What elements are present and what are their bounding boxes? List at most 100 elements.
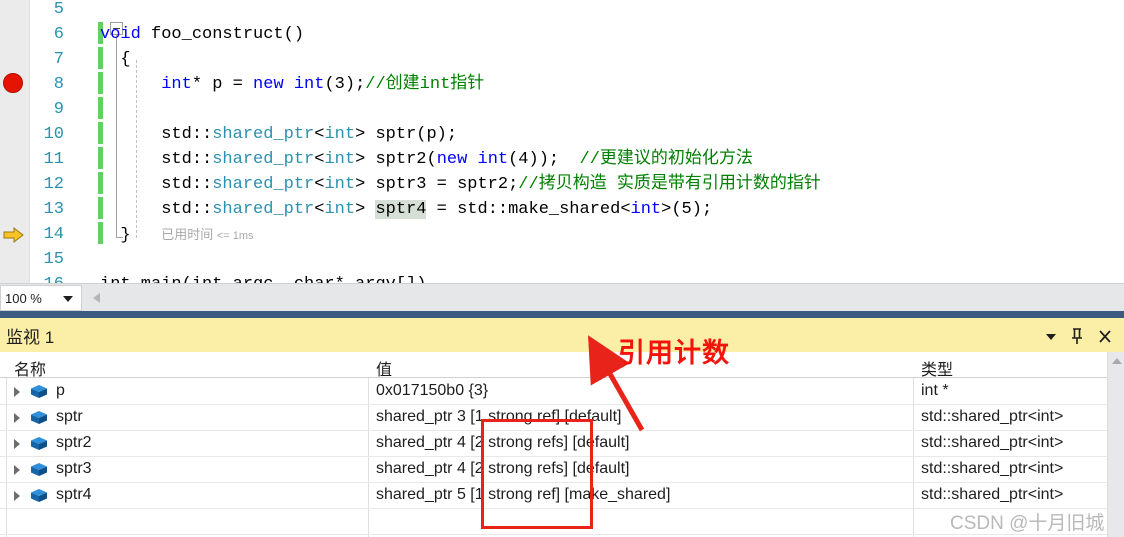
- code-token: //创建int指针: [365, 75, 485, 94]
- code-token: int: [161, 75, 192, 94]
- watch-variable-value[interactable]: shared_ptr 4 [2 strong refs] [default]: [376, 460, 629, 478]
- variable-cube-icon: [30, 462, 48, 478]
- code-token: std::: [100, 175, 213, 194]
- code-token: shared_ptr: [212, 175, 315, 194]
- chevron-down-icon[interactable]: [63, 296, 73, 302]
- watch-variable-name[interactable]: sptr2: [56, 434, 92, 452]
- watch-variable-name[interactable]: sptr3: [56, 460, 92, 478]
- code-token: * p =: [191, 75, 254, 94]
- code-token: = std::make_shared<: [426, 200, 631, 219]
- watch-variable-value[interactable]: 0x017150b0 {3}: [376, 382, 488, 400]
- code-token: int: [324, 125, 356, 144]
- chevron-down-icon[interactable]: [1040, 325, 1062, 347]
- watch-variable-type: std::shared_ptr<int>: [921, 434, 1064, 451]
- line-number: 15: [43, 250, 64, 269]
- watch-column-headers: 名称 值 类型: [0, 352, 1124, 380]
- watch-vertical-scrollbar[interactable]: [1107, 352, 1124, 537]
- code-token: >: [355, 200, 376, 219]
- watch-window: 监视 1 名称 值 类型 p 0x017150b0 {3} int * sptr sha…: [0, 311, 1124, 537]
- watch-variable-value[interactable]: shared_ptr 4 [2 strong refs] [default]: [376, 434, 629, 452]
- code-editor-pane[interactable]: 5 6 void foo_construct() 7 {8 int* p = new …: [0, 0, 1124, 283]
- table-row[interactable]: sptr2 shared_ptr 4 [2 strong refs] [defau…: [0, 431, 1124, 457]
- code-token: shared_ptr: [212, 150, 315, 169]
- column-header-value[interactable]: 值: [376, 356, 392, 380]
- watch-variable-name[interactable]: sptr: [56, 408, 83, 426]
- line-number: 9: [53, 100, 64, 119]
- code-token: std::: [100, 125, 213, 144]
- code-token: //拷贝构造 实质是带有引用计数的指针: [518, 175, 821, 194]
- code-token: int: [324, 175, 356, 194]
- line-number: 12: [43, 175, 64, 194]
- line-number: 11: [43, 150, 64, 169]
- close-icon[interactable]: [1094, 325, 1116, 347]
- line-number: 14: [43, 225, 64, 244]
- code-line[interactable]: std::shared_ptr<int> sptr(p);: [100, 122, 457, 147]
- code-line[interactable]: std::shared_ptr<int> sptr4 = std::make_s…: [100, 197, 712, 222]
- code-token: foo_construct(): [151, 25, 305, 44]
- code-token: shared_ptr: [212, 125, 315, 144]
- zoom-level-combobox[interactable]: 100 %: [0, 285, 82, 311]
- horizontal-scroll-left-button[interactable]: [88, 286, 105, 310]
- watch-variable-value[interactable]: shared_ptr 3 [1 strong ref] [default]: [376, 408, 621, 426]
- variable-cube-icon: [30, 488, 48, 504]
- code-token: <: [314, 175, 325, 194]
- chevron-right-icon[interactable]: [14, 465, 20, 475]
- table-row[interactable]: sptr3 shared_ptr 4 [2 strong refs] [defau…: [0, 457, 1124, 483]
- zoom-level-value: 100 %: [5, 291, 42, 306]
- code-token: }: [100, 226, 162, 245]
- watch-window-accent-bar: [0, 311, 1124, 318]
- watch-variable-type: std::shared_ptr<int>: [921, 460, 1064, 477]
- code-line[interactable]: std::shared_ptr<int> sptr3 = sptr2;//拷贝构…: [100, 172, 821, 197]
- code-token: sptr4: [375, 200, 427, 219]
- line-number: 10: [43, 125, 64, 144]
- code-line[interactable]: } 已用时间 <= 1ms: [100, 222, 254, 247]
- chevron-right-icon[interactable]: [14, 439, 20, 449]
- code-token: <: [314, 200, 325, 219]
- code-token: void: [100, 25, 152, 44]
- code-token: std::: [100, 150, 213, 169]
- annotation-label: 引用计数: [618, 338, 730, 368]
- code-token: {: [100, 50, 131, 69]
- line-number: 8: [53, 75, 64, 94]
- code-token: <: [314, 150, 325, 169]
- scroll-up-button[interactable]: [1108, 352, 1124, 369]
- code-token: std::: [100, 200, 213, 219]
- column-header-name[interactable]: 名称: [14, 356, 46, 380]
- code-token: > sptr3 = sptr2;: [355, 175, 519, 194]
- code-line[interactable]: int main(int argc, char* argv[]): [100, 272, 426, 283]
- watch-window-titlebar[interactable]: 监视 1: [0, 318, 1124, 352]
- variable-cube-icon: [30, 384, 48, 400]
- line-number: 5: [53, 0, 64, 19]
- code-line[interactable]: void foo_construct(): [100, 22, 304, 47]
- code-token: new int: [436, 150, 509, 169]
- elapsed-time-value: <= 1ms: [216, 230, 254, 242]
- code-token: > sptr(p);: [355, 125, 458, 144]
- code-token: (4));: [508, 150, 580, 169]
- table-row[interactable]: sptr shared_ptr 3 [1 strong ref] [default…: [0, 405, 1124, 431]
- code-token: new int: [253, 75, 325, 94]
- watch-window-title: 监视 1: [6, 328, 55, 347]
- line-number: 13: [43, 200, 64, 219]
- watch-variable-type: std::shared_ptr<int>: [921, 486, 1064, 503]
- code-token: int: [324, 200, 356, 219]
- table-row[interactable]: sptr4 shared_ptr 5 [1 strong ref] [make_s…: [0, 483, 1124, 509]
- chevron-right-icon[interactable]: [14, 413, 20, 423]
- table-row[interactable]: p 0x017150b0 {3} int *: [0, 379, 1124, 405]
- chevron-right-icon[interactable]: [14, 387, 20, 397]
- watch-variable-name[interactable]: p: [56, 382, 65, 400]
- watch-variable-name[interactable]: sptr4: [56, 486, 92, 504]
- code-token: <: [314, 125, 325, 144]
- line-number: 7: [53, 50, 64, 69]
- code-token: int main(int argc, char* argv[]): [100, 275, 426, 283]
- code-line[interactable]: int* p = new int(3);//创建int指针: [100, 72, 484, 97]
- watch-variable-value[interactable]: shared_ptr 5 [1 strong ref] [make_shared…: [376, 486, 670, 504]
- code-line[interactable]: {: [100, 47, 131, 72]
- pin-icon[interactable]: [1066, 325, 1088, 347]
- watch-variable-type: std::shared_ptr<int>: [921, 408, 1064, 425]
- chevron-right-icon[interactable]: [14, 491, 20, 501]
- column-header-type[interactable]: 类型: [921, 356, 953, 380]
- code-token: int: [324, 150, 356, 169]
- code-line[interactable]: std::shared_ptr<int> sptr2(new int(4)); …: [100, 147, 753, 172]
- line-number: 6: [53, 25, 64, 44]
